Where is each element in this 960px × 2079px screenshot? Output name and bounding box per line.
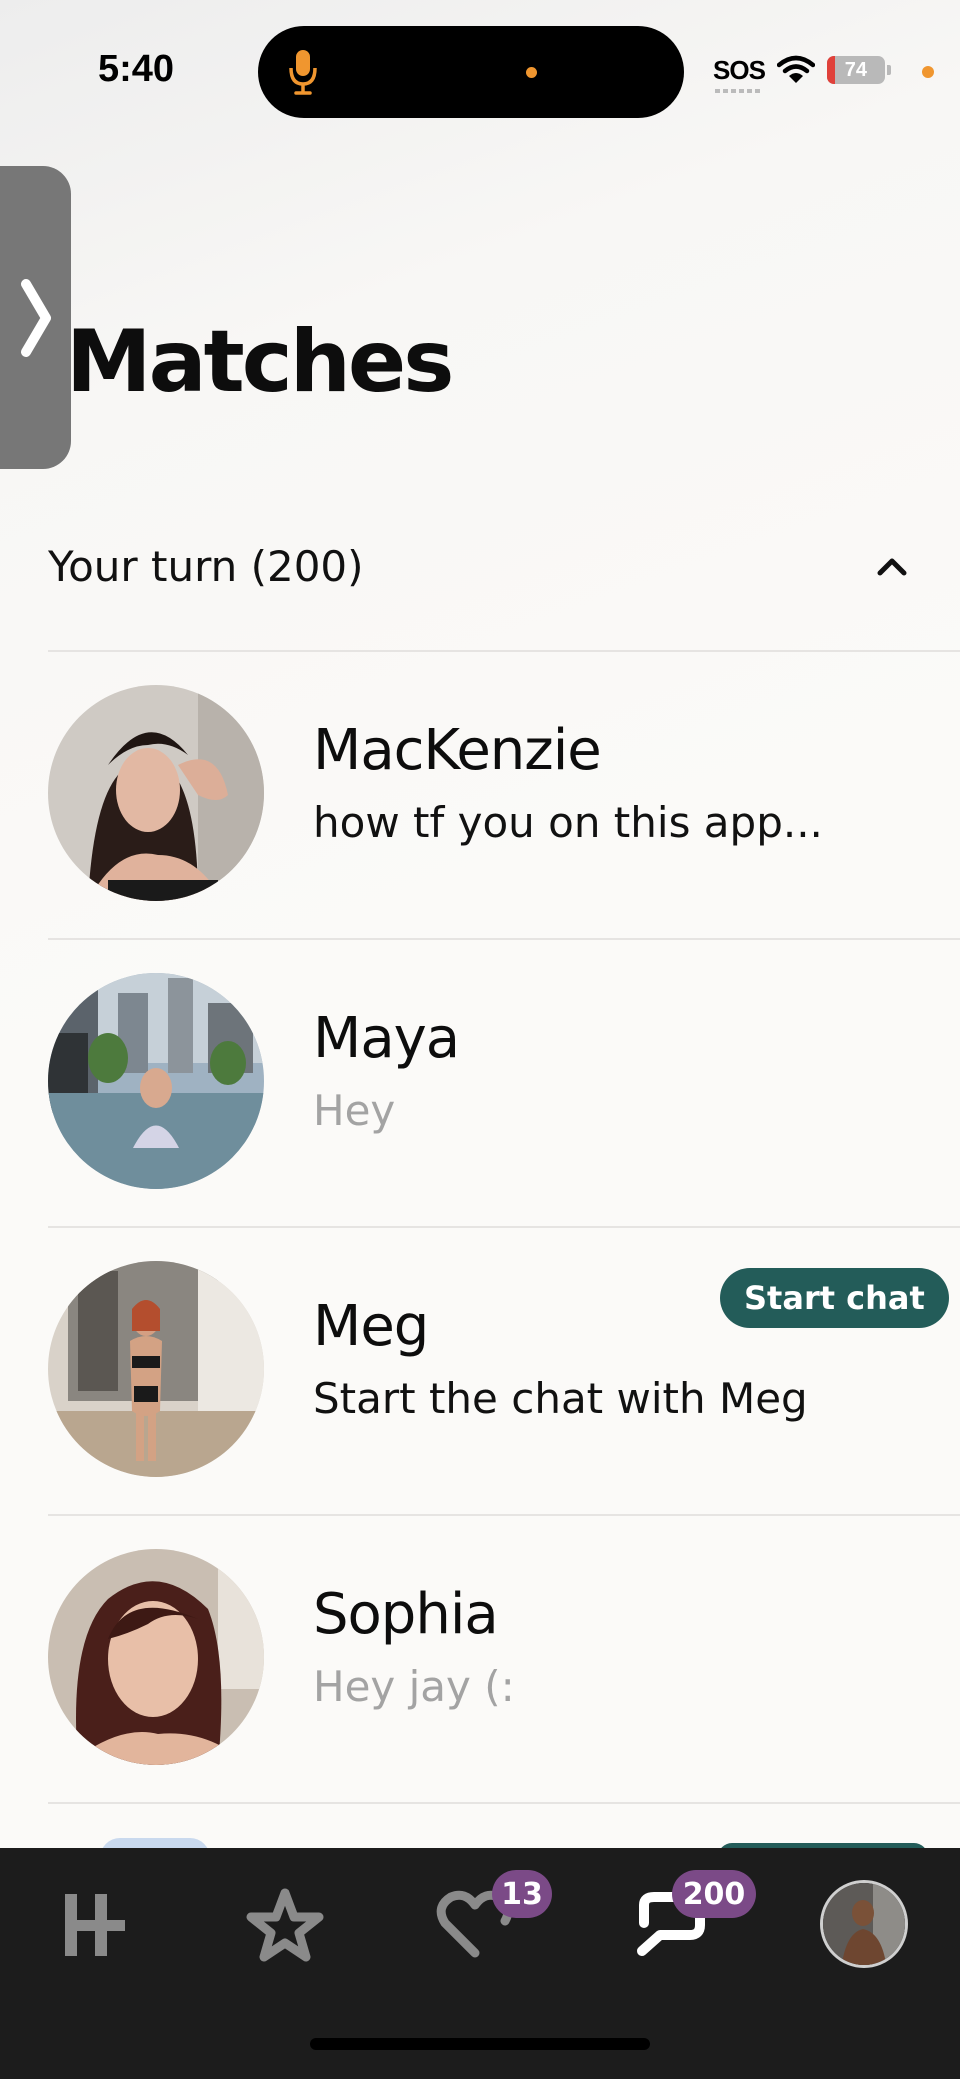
side-drawer-handle[interactable] <box>0 166 71 469</box>
star-icon <box>246 1888 324 1962</box>
match-avatar[interactable] <box>48 973 264 1189</box>
match-avatar[interactable] <box>48 685 264 901</box>
likes-count-badge: 13 <box>492 1870 552 1918</box>
match-row[interactable]: MacKenzie how tf you on this app... <box>48 650 960 938</box>
wifi-icon <box>776 55 815 83</box>
microphone-icon <box>289 50 317 95</box>
camera-indicator-dot <box>922 66 934 78</box>
page-title: Matches <box>66 312 454 412</box>
carrier-label: SOS <box>713 54 766 93</box>
hinge-h-icon <box>65 1894 125 1956</box>
start-chat-badge[interactable]: Start chat <box>720 1268 949 1328</box>
match-name: Maya <box>313 1006 460 1071</box>
match-preview: Hey <box>313 1086 396 1135</box>
match-preview: how tf you on this app... <box>313 798 823 847</box>
match-preview: Hey jay (: <box>313 1662 515 1711</box>
match-preview: Start the chat with Meg <box>313 1374 808 1423</box>
match-avatar[interactable] <box>48 1261 264 1477</box>
nav-discover[interactable] <box>50 1880 140 1970</box>
match-row[interactable]: Sophia Hey jay (: <box>48 1514 960 1802</box>
match-name: MacKenzie <box>313 718 602 783</box>
match-avatar[interactable] <box>48 1549 264 1765</box>
privacy-indicator-dot <box>526 67 537 78</box>
match-name: Sophia <box>313 1582 499 1647</box>
your-turn-section-header[interactable]: Your turn (200) <box>48 536 918 596</box>
dynamic-island <box>258 26 684 118</box>
nav-standouts[interactable] <box>240 1880 330 1970</box>
match-name: Meg <box>313 1294 429 1359</box>
chevron-up-icon[interactable] <box>872 546 912 586</box>
battery-level: 74 <box>844 58 868 81</box>
battery-cap <box>886 65 891 75</box>
nav-profile-avatar[interactable] <box>820 1880 908 1968</box>
status-indicators: SOS 74 <box>713 50 891 93</box>
section-title: Your turn (200) <box>48 541 364 591</box>
status-time: 5:40 <box>98 48 175 90</box>
battery-fill <box>826 56 835 84</box>
matches-count-badge: 200 <box>672 1870 756 1918</box>
match-row[interactable]: Maya Hey <box>48 938 960 1226</box>
match-row[interactable]: Start chat Meg Start the chat with Meg <box>48 1226 960 1514</box>
home-indicator <box>310 2038 650 2050</box>
divider <box>48 1802 960 1804</box>
chevron-right-icon <box>21 279 51 357</box>
battery-icon: 74 <box>826 56 885 84</box>
